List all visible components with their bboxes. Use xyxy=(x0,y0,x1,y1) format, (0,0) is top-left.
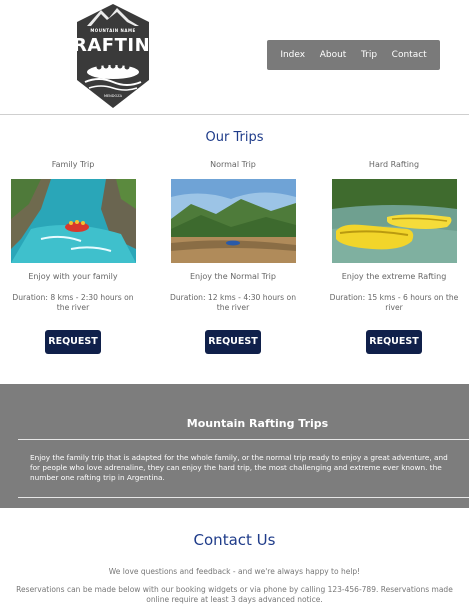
trips-section-title: Our Trips xyxy=(205,130,264,145)
logo-subtitle: MOUNTAIN NAME xyxy=(90,28,136,33)
mountain-river-photo xyxy=(170,179,296,263)
logo-title: RAFTING xyxy=(73,35,166,56)
logo-tagline: MENDOZA xyxy=(103,94,123,98)
trip-card-hard: Hard Rafting Enjoy the extreme Rafting D… xyxy=(324,160,464,354)
trip-duration: Duration: 8 kms - 2:30 hours on the rive… xyxy=(12,293,134,312)
band-text-line: number one rafting trip in Argentina. xyxy=(30,473,165,482)
contact-title: Contact Us xyxy=(193,531,276,549)
band-text-line: for people who love adrenaline, they can… xyxy=(30,463,442,472)
request-button-family[interactable]: REQUEST xyxy=(45,330,101,354)
about-band: Mountain Rafting Trips Enjoy the family … xyxy=(0,384,469,508)
trip-description: Enjoy the extreme Rafting xyxy=(341,272,447,281)
trip-duration: Duration: 15 kms - 6 hours on the river xyxy=(329,293,459,312)
nav-contact[interactable]: Contact xyxy=(392,50,427,60)
yellow-rafts-photo xyxy=(331,179,457,263)
band-title: Mountain Rafting Trips xyxy=(186,417,329,430)
nav-index[interactable]: Index xyxy=(280,50,305,60)
trip-card-normal: Normal Trip Enjoy the Normal Trip Durati… xyxy=(163,160,303,354)
contact-reservations: Reservations can be made below with our … xyxy=(16,585,453,604)
request-button-hard[interactable]: REQUEST xyxy=(366,330,422,354)
trip-duration: Duration: 12 kms - 4:30 hours on the riv… xyxy=(169,293,297,312)
nav-about[interactable]: About xyxy=(320,50,347,60)
trip-name: Family Trip xyxy=(51,160,95,169)
trip-card-family: Family Trip Enjoy with your family Durat… xyxy=(3,160,143,354)
trip-name: Normal Trip xyxy=(210,160,256,169)
main-nav: Index About Trip Contact xyxy=(267,40,440,70)
trip-name: Hard Rafting xyxy=(368,160,420,169)
site-header: MOUNTAIN NAME RAFTING MENDOZA Index Abou… xyxy=(0,0,469,115)
trip-description: Enjoy with your family xyxy=(28,272,118,281)
contact-intro: We love questions and feedback - and we'… xyxy=(108,567,361,576)
band-text-line: Enjoy the family trip that is adapted fo… xyxy=(30,453,448,462)
band-description: Enjoy the family trip that is adapted fo… xyxy=(30,453,469,483)
nav-trip[interactable]: Trip xyxy=(361,50,377,60)
band-divider-bottom xyxy=(18,497,469,498)
rafting-logo[interactable]: MOUNTAIN NAME RAFTING MENDOZA xyxy=(73,2,166,110)
rafting-river-photo xyxy=(10,179,136,263)
trip-description: Enjoy the Normal Trip xyxy=(190,272,276,281)
band-divider-top xyxy=(18,439,469,440)
request-button-normal[interactable]: REQUEST xyxy=(205,330,261,354)
